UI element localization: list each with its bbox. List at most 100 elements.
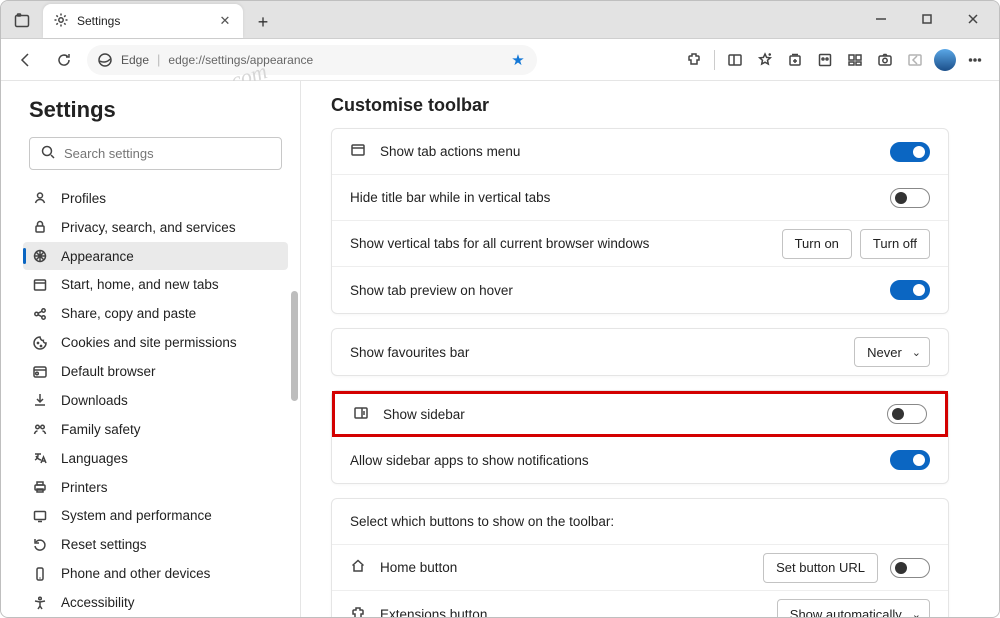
collections-icon[interactable] bbox=[781, 45, 809, 75]
sidebar-item-profile[interactable]: Profiles bbox=[23, 184, 288, 213]
toggle-hide-titlebar[interactable] bbox=[890, 188, 930, 208]
sidebar-item-perf[interactable]: System and performance bbox=[23, 501, 288, 530]
sidebar-scrollbar[interactable] bbox=[291, 91, 298, 607]
lock-icon bbox=[31, 219, 49, 235]
sidebar-icon[interactable] bbox=[721, 45, 749, 75]
new-tab-button[interactable]: + bbox=[247, 6, 279, 38]
sidebar-item-label: Downloads bbox=[61, 393, 128, 408]
tab-title: Settings bbox=[77, 14, 217, 28]
row-sidebar-notifications[interactable]: Allow sidebar apps to show notifications bbox=[332, 437, 948, 483]
home-icon bbox=[350, 558, 368, 577]
panel-icon bbox=[350, 142, 368, 161]
printer-icon bbox=[31, 479, 49, 495]
sidebar-item-label: Profiles bbox=[61, 191, 106, 206]
sidebar-item-home[interactable]: Start, home, and new tabs bbox=[23, 270, 288, 299]
sidebar-item-label: Family safety bbox=[61, 422, 141, 437]
lang-icon bbox=[31, 450, 49, 466]
search-icon bbox=[40, 144, 56, 163]
sidebar-item-phone[interactable]: Phone and other devices bbox=[23, 559, 288, 588]
sidebar-item-label: Languages bbox=[61, 451, 128, 466]
toolbar-icon-2[interactable] bbox=[841, 45, 869, 75]
sidebar-item-download[interactable]: Downloads bbox=[23, 386, 288, 415]
screenshot-icon[interactable] bbox=[871, 45, 899, 75]
sidebar-item-a11y[interactable]: Accessibility bbox=[23, 588, 288, 617]
sidebar-item-reset[interactable]: Reset settings bbox=[23, 530, 288, 559]
favourites-bar-select[interactable]: Never ⌄ bbox=[854, 337, 930, 367]
reset-icon bbox=[31, 537, 49, 553]
extensions-icon[interactable] bbox=[680, 45, 708, 75]
toggle-sidebar-notifications[interactable] bbox=[890, 450, 930, 470]
refresh-button[interactable] bbox=[49, 45, 79, 75]
turn-off-button[interactable]: Turn off bbox=[860, 229, 930, 259]
sidebar-item-lang[interactable]: Languages bbox=[23, 444, 288, 473]
download-icon bbox=[31, 392, 49, 408]
sidebar-item-label: Cookies and site permissions bbox=[61, 335, 237, 350]
sidebar-item-label: Reset settings bbox=[61, 537, 147, 552]
family-icon bbox=[31, 421, 49, 437]
puzzle-icon bbox=[350, 605, 368, 618]
cookie-icon bbox=[31, 335, 49, 351]
share-icon[interactable] bbox=[901, 45, 929, 75]
a11y-icon bbox=[31, 595, 49, 611]
extensions-button-select[interactable]: Show automatically ⌄ bbox=[777, 599, 930, 617]
edge-icon bbox=[97, 52, 113, 68]
toggle-home-button[interactable] bbox=[890, 558, 930, 578]
row-favourites-bar[interactable]: Show favourites bar Never ⌄ bbox=[332, 329, 948, 375]
sidebar-setting-icon bbox=[353, 405, 371, 424]
sidebar-item-share[interactable]: Share, copy and paste bbox=[23, 299, 288, 328]
sidebar-item-appearance[interactable]: Appearance bbox=[23, 242, 288, 271]
row-show-sidebar[interactable]: Show sidebar bbox=[332, 391, 948, 437]
search-settings-input[interactable] bbox=[29, 137, 282, 170]
toolbar-icon-1[interactable] bbox=[811, 45, 839, 75]
sidebar-item-label: Appearance bbox=[61, 249, 134, 264]
chevron-down-icon: ⌄ bbox=[912, 346, 921, 359]
profile-avatar[interactable] bbox=[931, 45, 959, 75]
sidebar-item-label: Default browser bbox=[61, 364, 156, 379]
set-button-url[interactable]: Set button URL bbox=[763, 553, 878, 583]
sidebar-item-label: Start, home, and new tabs bbox=[61, 277, 219, 292]
more-menu-icon[interactable] bbox=[961, 45, 989, 75]
favourites-icon[interactable] bbox=[751, 45, 779, 75]
sidebar-item-lock[interactable]: Privacy, search, and services bbox=[23, 213, 288, 242]
minimize-button[interactable] bbox=[859, 4, 903, 34]
perf-icon bbox=[31, 508, 49, 524]
row-home-button[interactable]: Home button Set button URL bbox=[332, 545, 948, 591]
row-toolbar-buttons-heading: Select which buttons to show on the tool… bbox=[332, 499, 948, 545]
sidebar-item-label: Phone and other devices bbox=[61, 566, 210, 581]
back-button[interactable] bbox=[11, 45, 41, 75]
tab-actions-icon[interactable] bbox=[5, 4, 39, 38]
site-identity: Edge bbox=[121, 53, 149, 67]
row-hide-titlebar[interactable]: Hide title bar while in vertical tabs bbox=[332, 175, 948, 221]
sidebar-item-label: System and performance bbox=[61, 508, 212, 523]
url-text: edge://settings/appearance bbox=[168, 53, 501, 67]
row-extensions-button[interactable]: Extensions button Show automatically ⌄ bbox=[332, 591, 948, 617]
row-tab-preview[interactable]: Show tab preview on hover bbox=[332, 267, 948, 313]
favourite-star-icon[interactable]: ★ bbox=[509, 51, 527, 69]
sidebar-item-browser[interactable]: Default browser bbox=[23, 357, 288, 386]
address-bar[interactable]: Edge | edge://settings/appearance ★ bbox=[87, 45, 537, 75]
maximize-button[interactable] bbox=[905, 4, 949, 34]
sidebar-item-printer[interactable]: Printers bbox=[23, 473, 288, 502]
search-field[interactable] bbox=[64, 146, 271, 161]
chevron-down-icon: ⌄ bbox=[912, 608, 921, 618]
row-tab-actions[interactable]: Show tab actions menu bbox=[332, 129, 948, 175]
turn-on-button[interactable]: Turn on bbox=[782, 229, 852, 259]
sidebar-item-label: Privacy, search, and services bbox=[61, 220, 236, 235]
sidebar-item-label: Share, copy and paste bbox=[61, 306, 196, 321]
sidebar-item-cookie[interactable]: Cookies and site permissions bbox=[23, 328, 288, 357]
browser-tab[interactable]: Settings ✕ bbox=[43, 4, 243, 38]
phone-icon bbox=[31, 566, 49, 582]
page-title: Customise toolbar bbox=[331, 95, 949, 116]
sidebar-item-family[interactable]: Family safety bbox=[23, 415, 288, 444]
settings-heading: Settings bbox=[29, 97, 288, 123]
toggle-tab-actions[interactable] bbox=[890, 142, 930, 162]
toggle-tab-preview[interactable] bbox=[890, 280, 930, 300]
sidebar-item-label: Accessibility bbox=[61, 595, 135, 610]
close-tab-icon[interactable]: ✕ bbox=[217, 13, 233, 29]
gear-icon bbox=[53, 12, 69, 31]
toggle-show-sidebar[interactable] bbox=[887, 404, 927, 424]
share-icon bbox=[31, 306, 49, 322]
browser-icon bbox=[31, 364, 49, 380]
close-window-button[interactable] bbox=[951, 4, 995, 34]
home-icon bbox=[31, 277, 49, 293]
